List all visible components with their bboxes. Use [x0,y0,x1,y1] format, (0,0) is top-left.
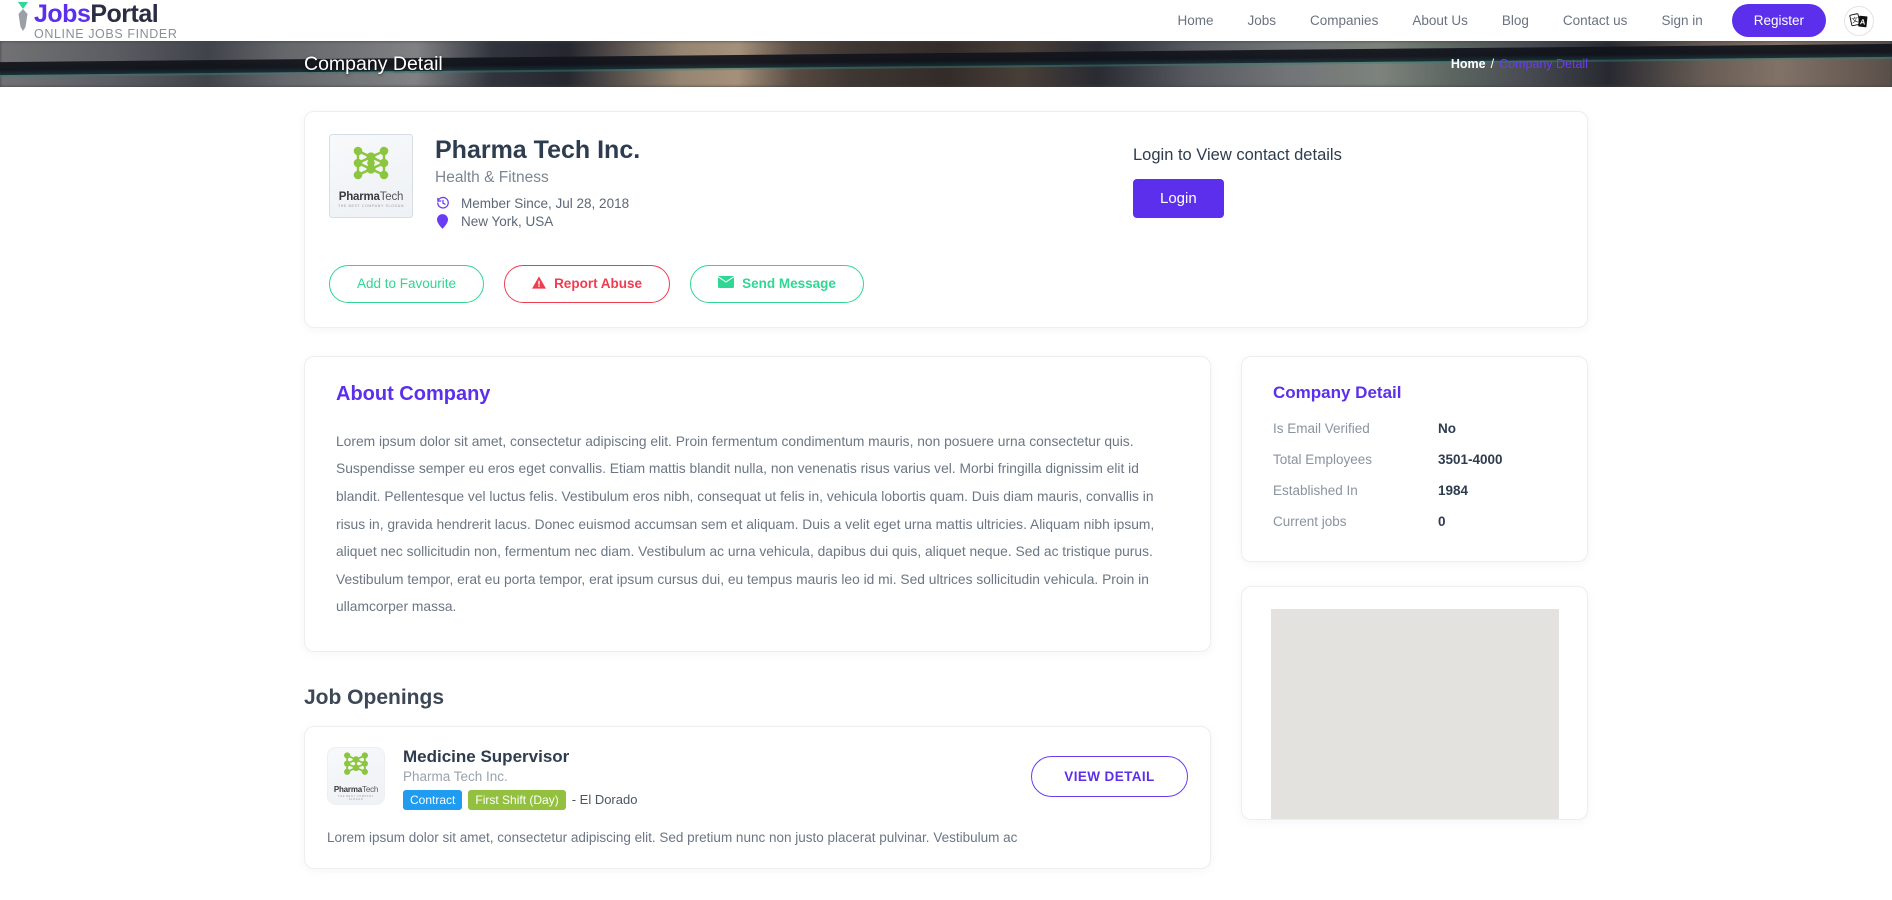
detail-key: Established In [1273,483,1438,498]
brand-name-secondary: Portal [90,0,158,28]
logo-name-bold: Pharma [334,785,362,794]
detail-key: Current jobs [1273,514,1438,529]
nav-item-contact-us[interactable]: Contact us [1546,7,1645,34]
detail-value: 1984 [1438,483,1468,498]
logo-name-light: Tech [362,785,378,794]
company-logo: PharmaTech THE BEST COMPANY SLOGAN [329,134,413,218]
detail-value: 3501-4000 [1438,452,1503,467]
history-clock-icon [435,196,450,210]
company-image-placeholder [1271,609,1559,819]
company-action-buttons: Add to Favourite Report Abuse [329,265,1103,303]
logo-name-light: Tech [380,191,404,203]
company-category: Health & Fitness [435,169,640,187]
about-company-text: Lorem ipsum dolor sit amet, consectetur … [336,428,1179,621]
brand-name-primary: Jobs [34,0,90,28]
logo-name-bold: Pharma [339,191,380,203]
company-location-row: New York, USA [435,214,640,229]
login-to-view-title: Login to View contact details [1133,146,1563,165]
detail-value: 0 [1438,514,1446,529]
report-abuse-button[interactable]: Report Abuse [504,265,670,303]
logo-slogan: THE BEST COMPANY SLOGAN [335,204,407,208]
send-message-button[interactable]: Send Message [690,265,864,303]
breadcrumb: Home / Company Detail [1451,57,1588,71]
company-location: New York, USA [461,214,553,229]
tie-logo-icon [14,0,32,38]
detail-key: Total Employees [1273,452,1438,467]
report-abuse-label: Report Abuse [554,276,642,291]
nav-item-about-us[interactable]: About Us [1395,7,1485,34]
company-member-since-row: Member Since, Jul 28, 2018 [435,196,640,211]
top-navbar: JobsPortal ONLINE JOBS FINDER Home Jobs … [0,0,1892,41]
company-detail-title: Company Detail [1273,383,1556,403]
contact-details-panel: Login to View contact details Login [1103,134,1563,303]
job-shift-badge: First Shift (Day) [468,790,565,810]
logo-slogan: THE BEST COMPANY SLOGAN [332,795,380,801]
detail-key: Is Email Verified [1273,421,1438,436]
nav-item-sign-in[interactable]: Sign in [1644,7,1719,34]
about-company-title: About Company [336,383,1179,406]
company-media-card [1241,586,1588,820]
molecule-icon [346,145,396,185]
map-pin-icon [435,214,450,229]
company-member-since: Member Since, Jul 28, 2018 [461,196,629,211]
company-detail-card: Company Detail Is Email Verified No Tota… [1241,356,1588,562]
detail-row-established-in: Established In 1984 [1273,483,1556,498]
send-message-label: Send Message [742,276,836,291]
molecule-icon [339,751,373,779]
job-company-logo: PharmaTech THE BEST COMPANY SLOGAN [327,747,385,805]
job-description: Lorem ipsum dolor sit amet, consectetur … [327,826,1188,850]
nav-item-home[interactable]: Home [1160,7,1230,34]
job-title[interactable]: Medicine Supervisor [403,747,1013,767]
brand-logo[interactable]: JobsPortal ONLINE JOBS FINDER [14,1,177,41]
page-banner: Company Detail Home / Company Detail [0,41,1892,87]
company-header-card: PharmaTech THE BEST COMPANY SLOGAN Pharm… [304,111,1588,328]
company-name: Pharma Tech Inc. [435,136,640,165]
job-location: - El Dorado [572,792,638,807]
breadcrumb-separator: / [1491,57,1494,71]
envelope-icon [718,276,734,291]
detail-row-total-employees: Total Employees 3501-4000 [1273,452,1556,467]
job-type-badge: Contract [403,790,462,810]
nav-item-companies[interactable]: Companies [1293,7,1395,34]
job-tags: Contract First Shift (Day) - El Dorado [403,790,1013,810]
breadcrumb-current: Company Detail [1499,57,1588,71]
job-openings-title: Job Openings [304,686,1211,710]
detail-value: No [1438,421,1456,436]
add-to-favourite-button[interactable]: Add to Favourite [329,265,484,303]
view-detail-button[interactable]: VIEW DETAIL [1031,756,1188,797]
login-button[interactable]: Login [1133,179,1224,218]
page-title: Company Detail [304,53,443,76]
brand-tagline: ONLINE JOBS FINDER [34,28,177,41]
nav-links: Home Jobs Companies About Us Blog Contac… [1160,4,1874,37]
nav-item-blog[interactable]: Blog [1485,7,1546,34]
warning-triangle-icon [532,276,546,292]
detail-row-current-jobs: Current jobs 0 [1273,514,1556,529]
breadcrumb-home[interactable]: Home [1451,57,1486,71]
job-card[interactable]: PharmaTech THE BEST COMPANY SLOGAN Medic… [304,726,1211,869]
translate-icon[interactable]: 文 A [1844,6,1874,36]
register-button[interactable]: Register [1732,4,1826,37]
detail-row-email-verified: Is Email Verified No [1273,421,1556,436]
about-company-card: About Company Lorem ipsum dolor sit amet… [304,356,1211,652]
nav-item-jobs[interactable]: Jobs [1231,7,1294,34]
job-company-name: Pharma Tech Inc. [403,769,1013,784]
